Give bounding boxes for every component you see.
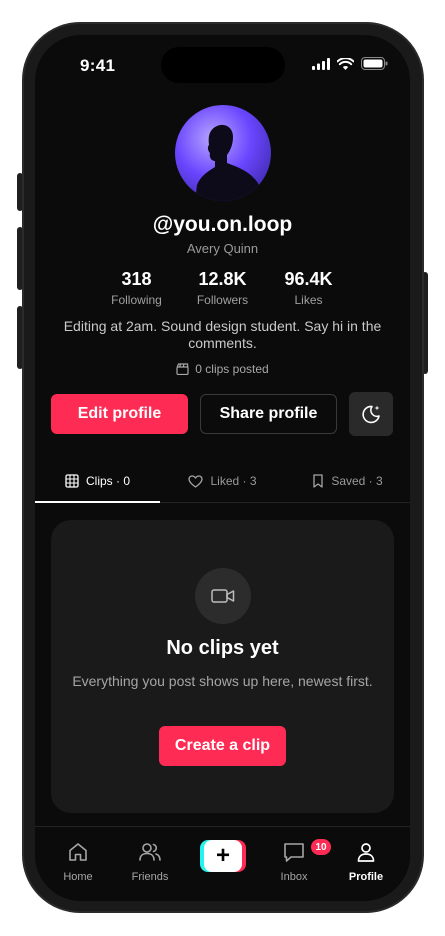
tab-clips-label: Clips · 0: [85, 474, 130, 488]
stat-label: Likes: [294, 293, 323, 307]
edit-profile-button[interactable]: Edit profile: [51, 394, 188, 434]
friends-icon: [139, 843, 161, 861]
empty-state-subtitle: Everything you post shows up here, newes…: [72, 673, 373, 689]
username: @you.on.loop: [152, 213, 293, 236]
clapperboard-icon: [176, 363, 189, 375]
cellular-signal-icon: [312, 57, 330, 70]
heart-icon: [188, 474, 204, 488]
tab-liked-label: Liked · 3: [210, 474, 257, 488]
theme-toggle-button[interactable]: [349, 392, 393, 436]
dynamic-island: [161, 47, 285, 83]
stat-following[interactable]: 318 Following: [94, 269, 180, 307]
nav-home-label: Home: [63, 871, 93, 883]
battery-icon: [361, 57, 388, 70]
stat-value: 318: [121, 269, 152, 289]
tab-saved[interactable]: Saved · 3: [285, 460, 410, 502]
create-clip-button[interactable]: Create a clip: [159, 726, 286, 766]
bottom-nav: Home Friends + Inbox 10 Profile: [35, 826, 410, 901]
inbox-badge: 10: [311, 839, 331, 855]
profile-actions: Edit profile Share profile: [51, 392, 393, 436]
video-camera-icon: [211, 589, 235, 603]
stat-value: 12.8K: [198, 269, 247, 289]
tab-saved-label: Saved · 3: [331, 474, 383, 488]
status-icons: [312, 57, 388, 70]
stat-label: Followers: [196, 293, 249, 307]
wifi-icon: [337, 57, 354, 70]
video-camera-badge: [195, 568, 251, 624]
moon-sparkle-icon: [362, 405, 380, 424]
tab-clips[interactable]: Clips · 0: [35, 460, 160, 503]
profile-icon: [357, 843, 375, 862]
nav-profile[interactable]: Profile: [336, 841, 396, 883]
profile-stats: 318 Following 12.8K Followers 96.4K Like…: [35, 269, 410, 307]
nav-friends[interactable]: Friends: [120, 841, 180, 883]
inbox-icon: [284, 843, 304, 862]
nav-profile-label: Profile: [348, 871, 384, 883]
stat-value: 96.4K: [284, 269, 333, 289]
avatar-silhouette-image: [195, 124, 259, 201]
clips-posted-text: 0 clips posted: [195, 362, 269, 376]
avatar[interactable]: [175, 105, 271, 201]
empty-state-card: No clips yet Everything you post shows u…: [51, 520, 394, 813]
plus-icon: +: [204, 840, 242, 872]
nav-inbox-label: Inbox: [280, 871, 308, 883]
tab-liked[interactable]: Liked · 3: [160, 460, 285, 502]
bio: Editing at 2am. Sound design student. Sa…: [63, 318, 382, 351]
profile-tabs: Clips · 0 Liked · 3 Saved · 3: [35, 460, 410, 503]
nav-friends-label: Friends: [131, 871, 169, 883]
nav-home[interactable]: Home: [48, 841, 108, 883]
stat-label: Following: [111, 293, 162, 307]
grid-icon: [65, 474, 79, 488]
stat-followers[interactable]: 12.8K Followers: [180, 269, 266, 307]
display-name: Avery Quinn: [186, 241, 259, 256]
create-button[interactable]: +: [200, 840, 246, 872]
status-time: 9:41: [80, 56, 116, 75]
bookmark-icon: [313, 474, 323, 488]
share-profile-button[interactable]: Share profile: [200, 394, 337, 434]
stat-likes[interactable]: 96.4K Likes: [266, 269, 352, 307]
clips-posted-row: 0 clips posted: [35, 362, 410, 376]
screen: 9:41 @you.on.loop Avery Quinn 318 Follow…: [35, 35, 410, 901]
empty-state-title: No clips yet: [166, 637, 279, 659]
home-icon: [69, 843, 87, 861]
